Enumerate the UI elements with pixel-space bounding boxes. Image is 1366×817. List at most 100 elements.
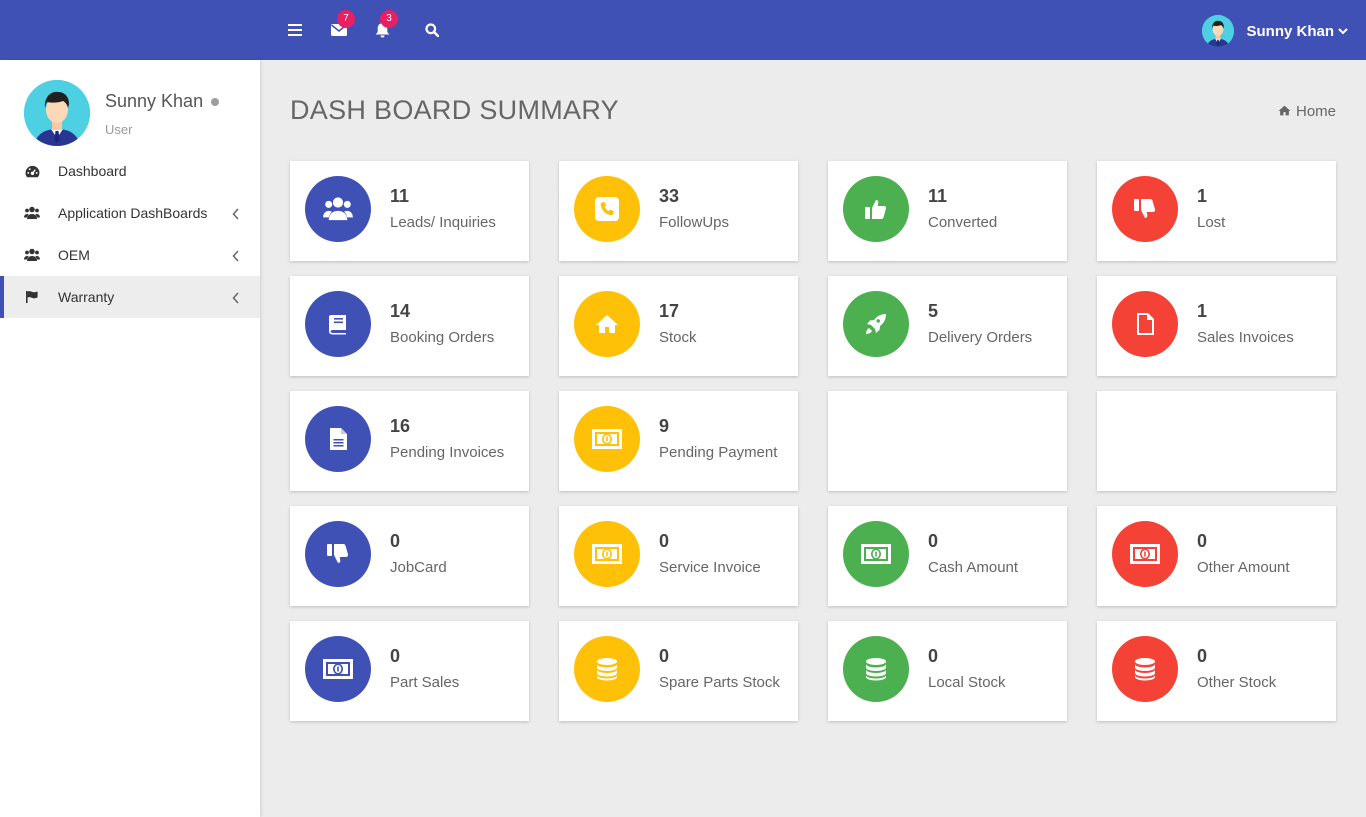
sidebar-item-label: Dashboard bbox=[58, 163, 127, 179]
card-label: Other Stock bbox=[1197, 674, 1277, 691]
summary-card[interactable]: 17 Stock bbox=[559, 276, 798, 376]
sidebar-item-label: Warranty bbox=[58, 289, 115, 305]
sidebar-menu: Dashboard Application DashBoards OEM War… bbox=[0, 150, 260, 318]
card-value: 0 bbox=[390, 531, 401, 551]
profile-role: User bbox=[105, 122, 133, 137]
card-value: 33 bbox=[659, 186, 680, 206]
card-icon-circle bbox=[843, 176, 909, 242]
status-dot-icon bbox=[211, 98, 220, 107]
summary-card[interactable]: 0 Spare Parts Stock bbox=[559, 621, 798, 721]
dashboard-icon bbox=[24, 163, 40, 179]
profile-name: Sunny Khan bbox=[105, 91, 204, 111]
messages-button[interactable]: 7 bbox=[328, 10, 355, 41]
card-icon-circle bbox=[574, 521, 640, 587]
card-label: Pending Payment bbox=[659, 444, 778, 461]
summary-card[interactable]: 5 Delivery Orders bbox=[828, 276, 1067, 376]
sidebar: Sunny Khan User Dashboard Application Da… bbox=[0, 60, 260, 817]
card-icon-circle bbox=[1112, 521, 1178, 587]
summary-card[interactable]: 1 Lost bbox=[1097, 161, 1336, 261]
card-icon-circle bbox=[305, 406, 371, 472]
card-value: 1 bbox=[1197, 186, 1208, 206]
user-avatar bbox=[1202, 15, 1235, 47]
summary-card[interactable]: 0 Service Invoice bbox=[559, 506, 798, 606]
card-label: Spare Parts Stock bbox=[659, 674, 780, 691]
card-value: 9 bbox=[659, 416, 670, 436]
sidebar-profile: Sunny Khan User bbox=[24, 80, 260, 146]
hamburger-icon bbox=[288, 24, 302, 36]
summary-card[interactable]: 1 Sales Invoices bbox=[1097, 276, 1336, 376]
menu-toggle-button[interactable] bbox=[284, 19, 306, 41]
card-value: 11 bbox=[928, 186, 948, 206]
card-icon-circle bbox=[1112, 636, 1178, 702]
card-label: Service Invoice bbox=[659, 559, 761, 576]
summary-card[interactable]: 0 JobCard bbox=[290, 506, 529, 606]
summary-card[interactable]: 9 Pending Payment bbox=[559, 391, 798, 491]
user-menu-dropdown[interactable]: Sunny Khan bbox=[1202, 15, 1348, 47]
summary-card[interactable]: 11 Converted bbox=[828, 161, 1067, 261]
summary-card[interactable]: 11 Leads/ Inquiries bbox=[290, 161, 529, 261]
money-icon bbox=[1130, 544, 1160, 564]
summary-card[interactable]: 0 Other Stock bbox=[1097, 621, 1336, 721]
card-label: Delivery Orders bbox=[928, 329, 1033, 346]
card-label: Part Sales bbox=[390, 674, 460, 691]
summary-card[interactable]: 16 Pending Invoices bbox=[290, 391, 529, 491]
home-icon bbox=[1278, 103, 1291, 120]
card-label: Pending Invoices bbox=[390, 444, 505, 461]
card-icon-circle bbox=[843, 291, 909, 357]
card-label: JobCard bbox=[390, 559, 447, 576]
card-value: 11 bbox=[390, 186, 410, 206]
money-icon bbox=[861, 544, 891, 564]
rocket-icon bbox=[864, 312, 888, 336]
summary-card[interactable]: 0 Local Stock bbox=[828, 621, 1067, 721]
notifications-button[interactable]: 3 bbox=[371, 10, 398, 41]
sidebar-item-oem[interactable]: OEM bbox=[0, 234, 260, 276]
database-icon bbox=[1133, 656, 1157, 682]
card-label: FollowUps bbox=[659, 214, 730, 231]
page-title: DASH BOARD SUMMARY bbox=[290, 95, 619, 125]
top-navbar: 7 3 Sunny Khan bbox=[0, 0, 1366, 60]
card-icon-circle bbox=[1112, 291, 1178, 357]
sidebar-item-label: OEM bbox=[58, 247, 90, 263]
card-icon-circle bbox=[305, 521, 371, 587]
card-value: 14 bbox=[390, 301, 411, 321]
card-value: 0 bbox=[659, 531, 670, 551]
summary-card[interactable]: 0 Cash Amount bbox=[828, 506, 1067, 606]
breadcrumb-label: Home bbox=[1295, 103, 1336, 120]
home-icon bbox=[595, 312, 619, 336]
card-icon-circle bbox=[574, 176, 640, 242]
sidebar-item-warranty[interactable]: Warranty bbox=[0, 276, 260, 318]
card-icon-circle bbox=[843, 521, 909, 587]
chevron-left-icon bbox=[232, 291, 242, 304]
card-icon-circle bbox=[305, 636, 371, 702]
chevron-left-icon bbox=[232, 207, 242, 220]
search-button[interactable] bbox=[421, 19, 443, 41]
search-icon bbox=[425, 23, 439, 37]
summary-card[interactable]: 14 Booking Orders bbox=[290, 276, 529, 376]
card-value: 16 bbox=[390, 416, 411, 436]
card-label: Leads/ Inquiries bbox=[390, 214, 496, 231]
chevron-left-icon bbox=[232, 249, 242, 262]
sidebar-item-label: Application DashBoards bbox=[58, 205, 208, 221]
summary-card[interactable]: 0 Part Sales bbox=[290, 621, 529, 721]
thumbs-up-icon bbox=[864, 197, 888, 221]
card-value: 0 bbox=[390, 646, 401, 666]
database-icon bbox=[864, 656, 888, 682]
phone-icon bbox=[595, 197, 619, 221]
card-label: Booking Orders bbox=[390, 329, 495, 346]
breadcrumb-home-link[interactable]: Home bbox=[1278, 103, 1336, 120]
card-icon-circle bbox=[305, 176, 371, 242]
summary-card[interactable]: 33 FollowUps bbox=[559, 161, 798, 261]
money-icon bbox=[592, 544, 622, 564]
flag-icon bbox=[24, 289, 40, 305]
card-label: Stock bbox=[659, 329, 697, 346]
sidebar-item-dashboard[interactable]: Dashboard bbox=[0, 150, 260, 192]
card-label: Converted bbox=[928, 214, 998, 231]
money-icon bbox=[592, 429, 622, 449]
summary-card[interactable]: 0 Other Amount bbox=[1097, 506, 1336, 606]
users-icon bbox=[24, 205, 40, 221]
file-icon bbox=[1133, 311, 1157, 337]
sidebar-item-application-dashboards[interactable]: Application DashBoards bbox=[0, 192, 260, 234]
card-label: Sales Invoices bbox=[1197, 329, 1294, 346]
users-icon bbox=[24, 247, 40, 263]
users-icon bbox=[323, 196, 353, 222]
